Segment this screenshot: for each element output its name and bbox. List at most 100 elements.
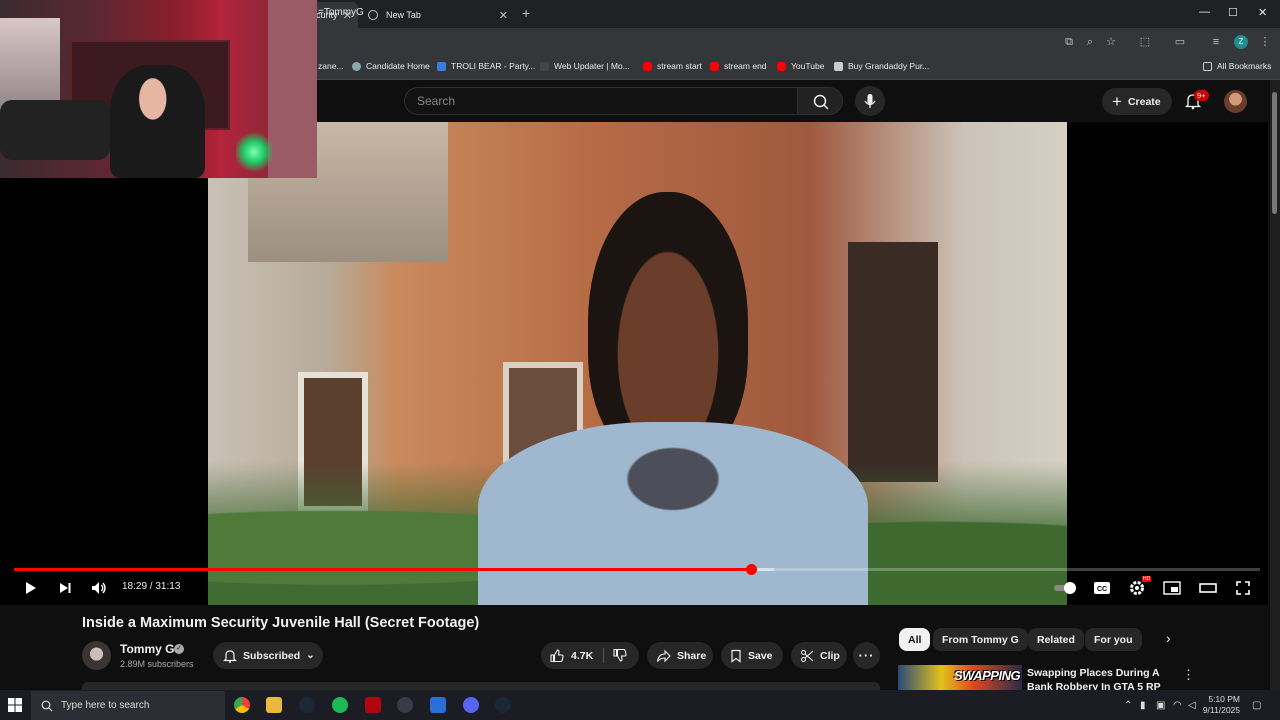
chip-related[interactable]: Related [1028,628,1084,651]
volume-icon [92,582,106,594]
all-bookmarks[interactable]: All Bookmarks [1203,61,1271,71]
voice-search-button[interactable] [855,86,885,116]
more-vertical-icon[interactable]: ⋮ [1182,667,1195,683]
bookmark-item[interactable]: zane... [318,61,344,71]
theater-mode-button[interactable] [1197,577,1219,599]
minimize-icon[interactable]: — [1199,6,1210,18]
svg-text:CC: CC [1097,586,1107,593]
fullscreen-button[interactable] [1232,577,1254,599]
chip-for-you[interactable]: For you [1085,628,1142,651]
bookmark-item[interactable]: Candidate Home [352,61,430,71]
play-button[interactable] [19,577,41,599]
time-display: 18:29 / 31:13 [122,581,181,592]
steam-icon[interactable] [495,697,511,713]
tab-new-tab[interactable]: New Tab ✕ [362,2,514,28]
spotify-icon[interactable] [332,697,348,713]
netflix-icon[interactable] [365,697,381,713]
steam-icon[interactable] [299,697,315,713]
like-dislike-group: 4.7K [541,642,639,669]
play-icon [26,582,36,594]
clock-time: 5:10 PM [1208,694,1240,704]
maximize-icon[interactable]: ☐ [1228,6,1238,19]
description-box[interactable] [82,682,880,690]
profile-avatar[interactable]: Z [1234,35,1248,49]
bookmark-item[interactable]: YouTube [777,61,824,71]
youtube-icon [643,61,652,71]
captions-button[interactable]: CC [1091,577,1113,599]
volume-button[interactable] [88,577,110,599]
chrome-icon[interactable] [234,697,250,713]
like-button[interactable]: 4.7K [549,648,593,663]
chevron-down-icon: ⌄ [306,650,315,661]
side-panel-icon[interactable]: ▭ [1173,35,1187,49]
more-actions-button[interactable]: ··· [853,642,880,669]
verified-icon: ✓ [174,644,184,654]
bookmark-item[interactable]: Web Updater | Mo... [540,61,630,71]
youtube-icon [777,61,786,71]
channel-name[interactable]: Tommy G [120,642,174,656]
search-input[interactable]: Search [404,87,798,115]
scissors-icon [800,649,814,662]
discord-icon[interactable] [463,697,479,713]
chip-all[interactable]: All [899,628,931,651]
bookmark-item[interactable]: stream start [643,61,702,71]
video-frame[interactable] [208,122,1067,605]
scrollbar-thumb[interactable] [1272,92,1277,214]
create-button[interactable]: + Create [1102,88,1172,115]
search-icon [813,94,829,110]
bookmark-item[interactable]: TROLI BEAR - Party... [437,61,535,71]
streamlabs-icon[interactable] [430,697,446,713]
bookmark-icon [731,649,741,663]
search-button[interactable] [797,87,843,115]
extensions-icon[interactable]: ⬚ [1138,35,1152,49]
media-control-icon[interactable]: ≡ [1209,35,1223,49]
zoom-icon[interactable]: ⌕ [1083,35,1097,49]
close-window-icon[interactable]: ✕ [1258,6,1267,19]
obs-icon[interactable] [397,697,413,713]
microphone-icon[interactable]: ▮ [1140,700,1146,711]
speaker-icon[interactable]: ◁ [1188,700,1196,711]
autoplay-toggle[interactable] [1053,577,1079,599]
bookmark-star-icon[interactable]: ☆ [1104,35,1118,49]
taskbar-clock[interactable]: 5:10 PM 9/11/2025 [1200,694,1240,716]
bookmark-item[interactable]: Buy Grandaddy Pur... [834,61,929,71]
next-button[interactable] [54,577,76,599]
account-avatar[interactable] [1224,90,1247,113]
new-tab-button[interactable]: + [522,5,530,21]
notifications-center-icon[interactable]: ▢ [1252,700,1261,711]
dislike-button[interactable] [612,648,627,666]
thumbnail-text: SWAPPING [954,668,1021,683]
thumbs-down-icon [613,648,627,662]
notification-badge: 9+ [1194,90,1209,101]
save-button[interactable]: Save [721,642,783,669]
recommendation-title[interactable]: Swapping Places During A Bank Robbery In… [1027,666,1177,690]
bookmark-item[interactable]: stream end [710,61,767,71]
skip-next-icon [60,583,71,593]
theater-icon [1199,583,1217,593]
file-explorer-icon[interactable] [266,697,282,713]
plus-icon: + [1112,91,1122,111]
chevron-up-icon[interactable]: ⌃ [1124,700,1132,711]
channel-avatar[interactable] [82,641,111,670]
start-button[interactable] [8,698,22,712]
scene-person-hoodie [478,422,868,605]
wifi-icon[interactable]: ◠ [1173,700,1182,711]
taskbar-search[interactable]: Type here to search [31,691,225,720]
chevron-right-icon[interactable]: › [1166,630,1171,646]
more-horizontal-icon: ··· [858,648,875,663]
share-button[interactable]: Share [647,642,713,669]
address-bar[interactable]: =TommyG [318,7,364,18]
miniplayer-button[interactable] [1161,577,1183,599]
chip-from-channel[interactable]: From Tommy G [933,628,1028,651]
video-title: Inside a Maximum Security Juvenile Hall … [82,615,480,631]
network-icon[interactable]: ▣ [1156,700,1165,711]
youtube-icon [710,61,719,71]
cast-icon[interactable]: ⧉ [1062,35,1076,49]
windows-icon [8,698,22,712]
subscribed-button[interactable]: Subscribed ⌄ [213,642,323,669]
share-icon [656,649,671,662]
like-count: 4.7K [571,649,594,662]
menu-kebab-icon[interactable]: ⋮ [1258,35,1272,49]
close-icon[interactable]: ✕ [499,9,508,22]
clip-button[interactable]: Clip [791,642,847,669]
